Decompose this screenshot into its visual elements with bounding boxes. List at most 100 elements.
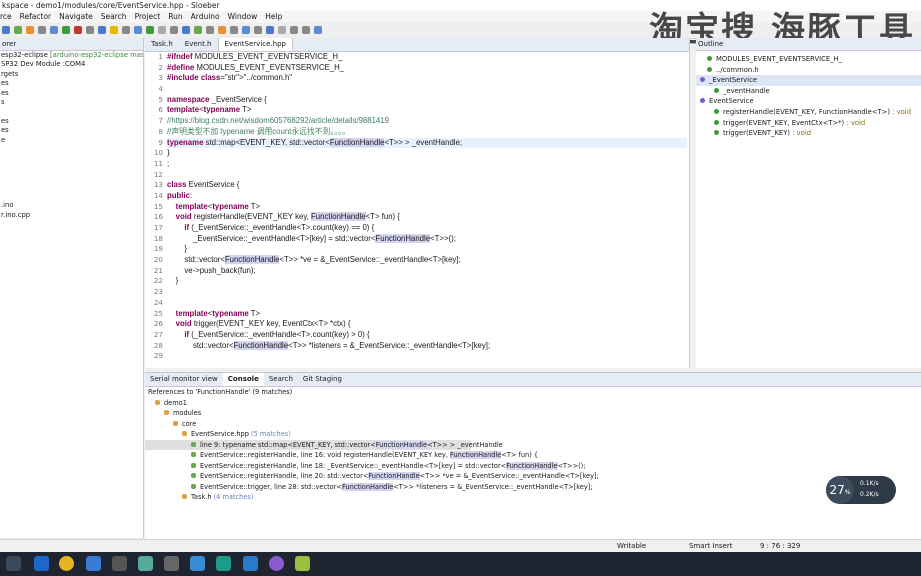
toolbar-icon[interactable] [38, 26, 46, 34]
menu-item[interactable]: Project [135, 12, 161, 21]
menu-item[interactable]: Help [265, 12, 282, 21]
code-line[interactable] [167, 287, 687, 298]
chrome-icon[interactable] [59, 556, 74, 571]
project-tree-item[interactable]: es [0, 117, 143, 126]
code-line[interactable]: } [167, 276, 687, 287]
ie-icon[interactable] [34, 556, 49, 571]
menu-item[interactable]: Arduino [191, 12, 220, 21]
menu-item[interactable]: Navigate [59, 12, 93, 21]
code-line[interactable]: template<typename T> [167, 105, 687, 116]
toolbar-icon[interactable] [290, 26, 298, 34]
project-tree-item[interactable]: rgets [0, 70, 143, 79]
code-line[interactable]: #define MODULES_EVENT_EVENTSERVICE_H_ [167, 63, 687, 74]
app-icon[interactable] [164, 556, 179, 571]
app-icon[interactable] [138, 556, 153, 571]
outline-item[interactable]: ../common.h [696, 65, 921, 76]
code-area[interactable]: #ifndef MODULES_EVENT_EVENTSERVICE_H_ #de… [167, 52, 687, 368]
system-tray[interactable] [878, 556, 912, 571]
project-tree-item[interactable] [0, 192, 143, 201]
code-line[interactable]: ; [167, 159, 687, 170]
project-tree-item[interactable]: SP32 Dev Module :COM4 [0, 60, 143, 69]
menu-item[interactable]: Window [228, 12, 258, 21]
menu-item[interactable]: Refactor [20, 12, 51, 21]
project-tree-item[interactable]: s [0, 98, 143, 107]
code-line[interactable]: void trigger(EVENT_KEY key, EventCtx<T> … [167, 319, 687, 330]
search-result-item[interactable]: demo1 [145, 398, 921, 409]
project-tree-item[interactable]: .ino [0, 201, 143, 210]
app-icon[interactable] [190, 556, 205, 571]
toolbar-icon[interactable] [62, 26, 70, 34]
code-line[interactable]: template<typename T> [167, 309, 687, 320]
code-line[interactable] [167, 298, 687, 309]
search-result-item[interactable]: EventService::registerHandle, line 16: v… [145, 450, 921, 461]
project-tree-item[interactable]: es [0, 79, 143, 88]
outline-item[interactable]: trigger(EVENT_KEY, EventCtx<T>*) : void [696, 118, 921, 129]
code-line[interactable] [167, 170, 687, 181]
project-tree-item[interactable]: es [0, 89, 143, 98]
code-line[interactable]: public: [167, 191, 687, 202]
toolbar-icon[interactable] [146, 26, 154, 34]
editor-tab[interactable]: Task.h [145, 38, 179, 51]
search-result-item[interactable]: modules [145, 408, 921, 419]
code-line[interactable]: if (_EventService::_eventHandle<T>.count… [167, 330, 687, 341]
editor-tab[interactable]: Event.h [179, 38, 218, 51]
outline-item[interactable]: MODULES_EVENT_EVENTSERVICE_H_ [696, 54, 921, 65]
app-icon[interactable] [86, 556, 101, 571]
project-tree-item[interactable] [0, 145, 143, 154]
toolbar-icon[interactable] [302, 26, 310, 34]
code-line[interactable]: namespace _EventService { [167, 95, 687, 106]
code-line[interactable]: #include class="str">"../common.h" [167, 73, 687, 84]
code-line[interactable] [167, 351, 687, 362]
project-tree-item[interactable] [0, 154, 143, 163]
search-result-item[interactable]: core [145, 419, 921, 430]
outline-item[interactable]: _EventService [696, 75, 921, 86]
bottom-tab[interactable]: Git Staging [298, 373, 347, 386]
toolbar-icon[interactable] [278, 26, 286, 34]
toolbar-icon[interactable] [110, 26, 118, 34]
code-line[interactable]: class EventService { [167, 180, 687, 191]
outline-tab[interactable]: Outline [696, 38, 921, 51]
toolbar-icon[interactable] [218, 26, 226, 34]
app-icon[interactable] [243, 556, 258, 571]
app-icon[interactable] [216, 556, 231, 571]
start-icon[interactable] [6, 556, 21, 571]
code-line[interactable]: } [167, 244, 687, 255]
code-line[interactable]: typename std::map<EVENT_KEY, std::vector… [167, 137, 687, 149]
search-result-item[interactable]: EventService::registerHandle, line 20: s… [145, 471, 921, 482]
toolbar-icon[interactable] [98, 26, 106, 34]
toolbar-icon[interactable] [254, 26, 262, 34]
code-line[interactable]: if (_EventService::_eventHandle<T>.count… [167, 223, 687, 234]
code-line[interactable]: //https://blog.csdn.net/wisdom605768292/… [167, 116, 687, 127]
toolbar-icon[interactable] [74, 26, 82, 34]
outline-item[interactable]: trigger(EVENT_KEY) : void [696, 128, 921, 139]
project-explorer-tab[interactable]: orer [0, 38, 143, 51]
app-icon[interactable] [269, 556, 284, 571]
code-line[interactable]: std::vector<FunctionHandle<T>> *ve = &_E… [167, 255, 687, 266]
search-result-item[interactable]: line 9: typename std::map<EVENT_KEY, std… [145, 439, 503, 450]
toolbar-icon[interactable] [122, 26, 130, 34]
app-icon[interactable] [112, 556, 127, 571]
code-line[interactable]: void registerHandle(EVENT_KEY key, Funct… [167, 212, 687, 223]
bottom-tab[interactable]: Search [264, 373, 298, 386]
menu-item[interactable]: Run [168, 12, 182, 21]
toolbar-icon[interactable] [26, 26, 34, 34]
bottom-tab[interactable]: Console [222, 373, 264, 386]
toolbar-icon[interactable] [170, 26, 178, 34]
code-line[interactable] [167, 84, 687, 95]
outline-item[interactable]: registerHandle(EVENT_KEY, FunctionHandle… [696, 107, 921, 118]
code-line[interactable]: } [167, 148, 687, 159]
menu-item[interactable]: rce [0, 12, 12, 21]
project-tree-item[interactable] [0, 173, 143, 182]
app-icon[interactable] [295, 556, 310, 571]
search-result-item[interactable]: EventService::registerHandle, line 18: _… [145, 461, 921, 472]
toolbar-icon[interactable] [182, 26, 190, 34]
bottom-tab[interactable]: Serial monitor view [145, 373, 223, 386]
toolbar-icon[interactable] [2, 26, 10, 34]
code-line[interactable]: _EventService::_eventHandle<T>[key] = st… [167, 233, 687, 245]
search-result-item[interactable]: Task.h (4 matches) [145, 492, 921, 503]
code-line[interactable]: #ifndef MODULES_EVENT_EVENTSERVICE_H_ [167, 52, 687, 63]
toolbar-icon[interactable] [266, 26, 274, 34]
toolbar-icon[interactable] [206, 26, 214, 34]
project-tree-item[interactable] [0, 107, 143, 116]
toolbar-icon[interactable] [194, 26, 202, 34]
